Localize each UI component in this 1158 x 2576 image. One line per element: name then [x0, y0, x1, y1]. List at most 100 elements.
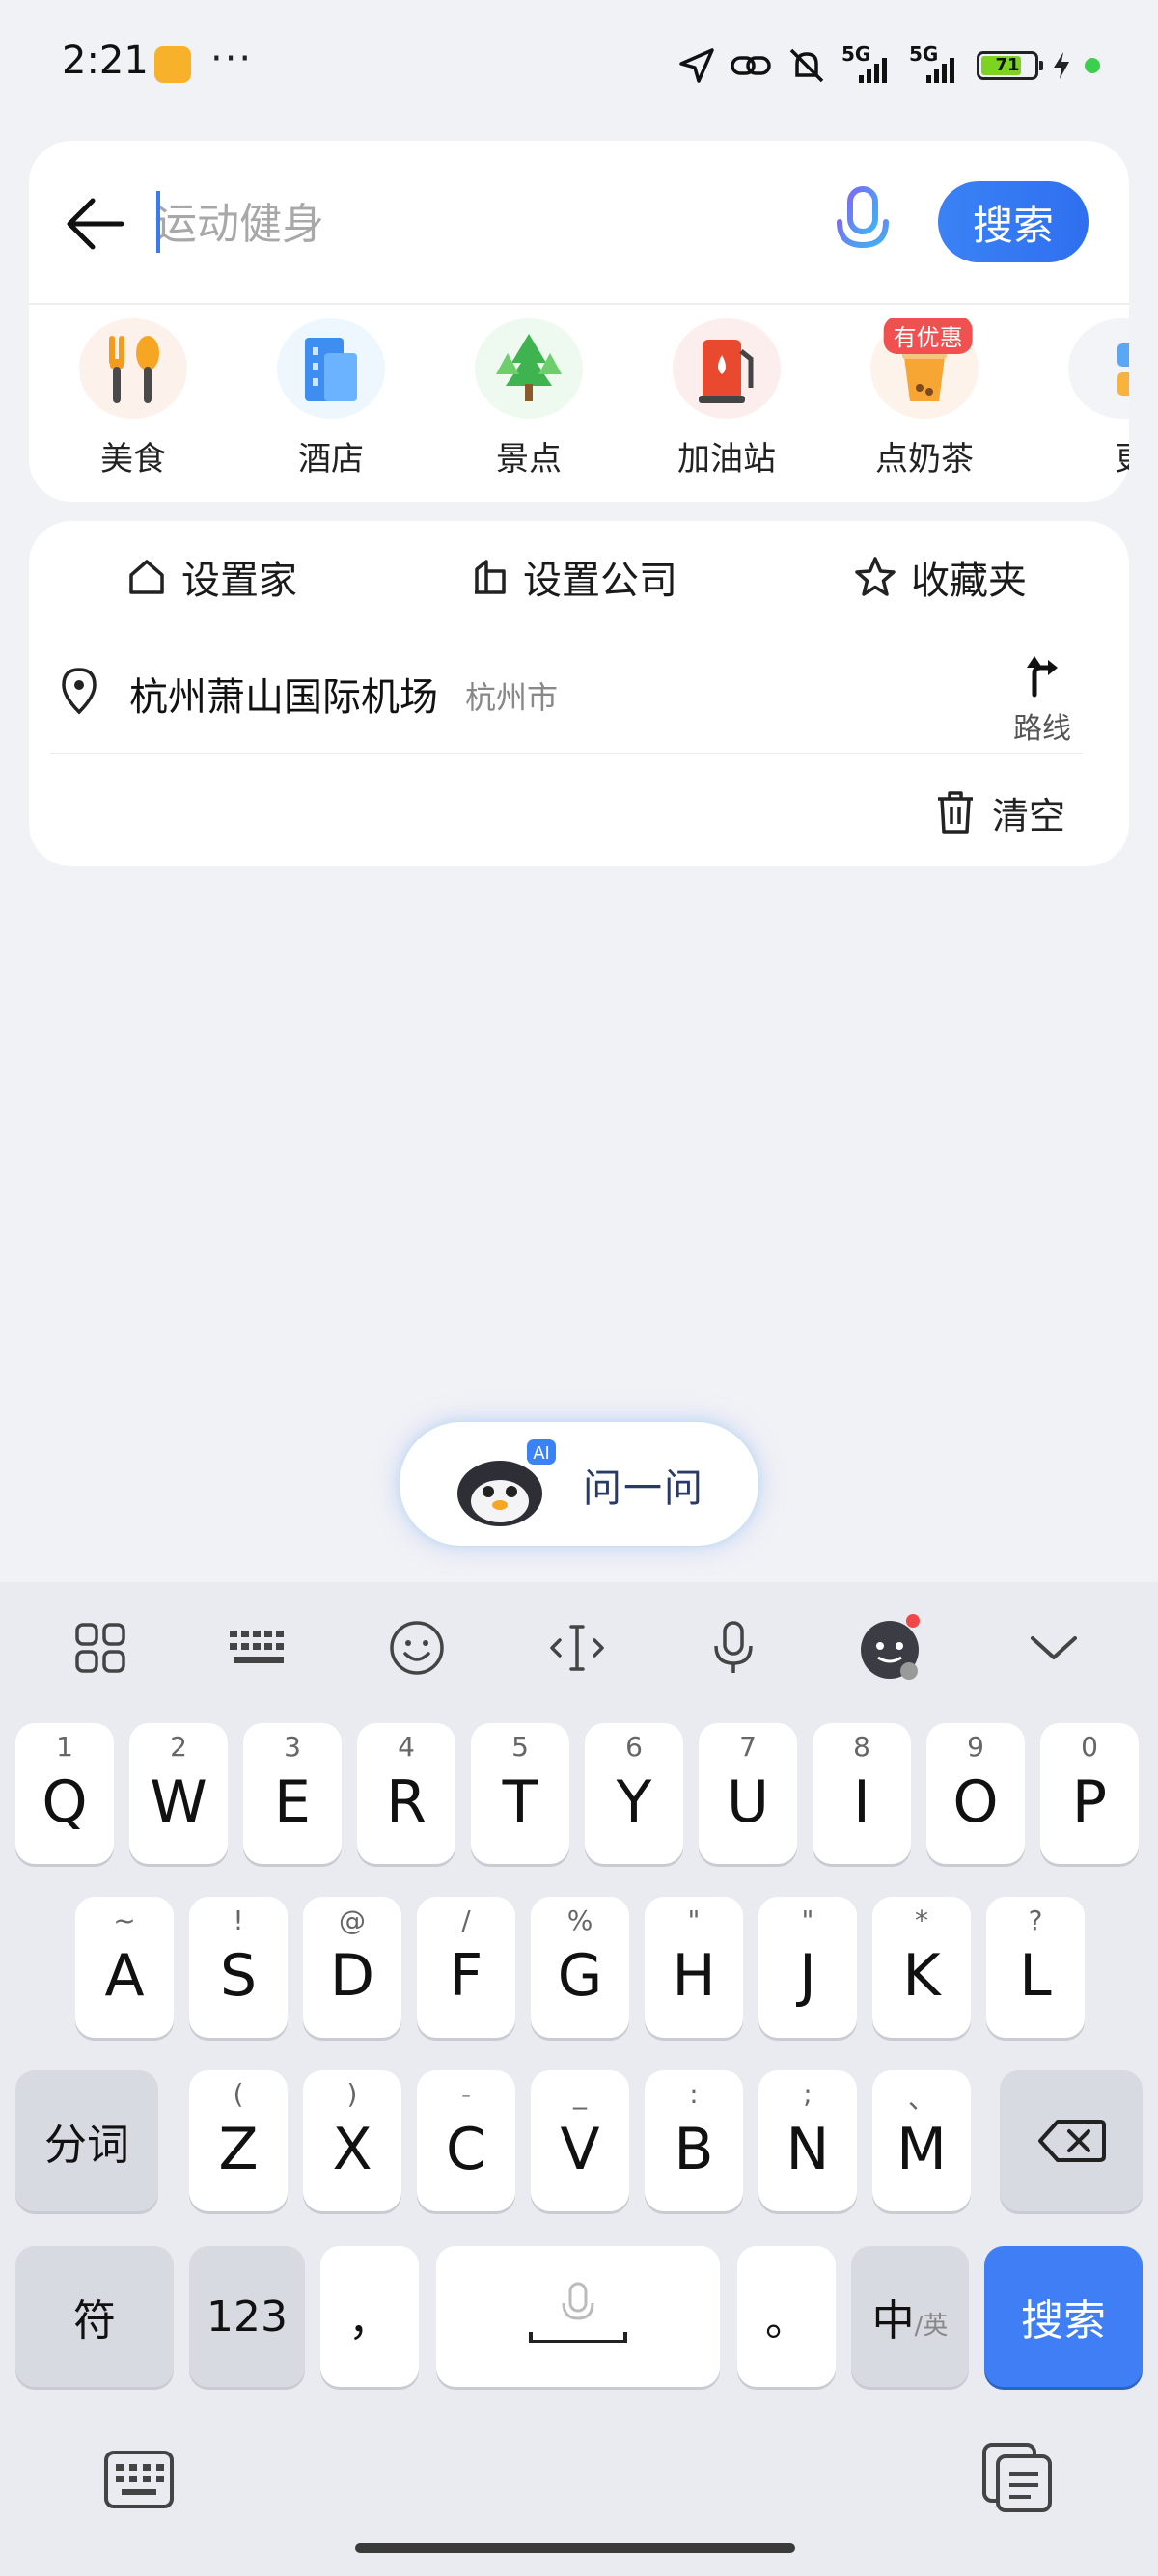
key-label: S [219, 1942, 258, 2010]
key-z[interactable]: (Z [189, 2070, 288, 2211]
signal-sim2: 5G [909, 42, 963, 85]
history-place-name: 杭州萧山国际机场 [129, 675, 438, 720]
key-h[interactable]: " H [645, 1897, 743, 2038]
key-u[interactable]: 7U [699, 1723, 797, 1864]
star-icon [855, 557, 896, 596]
key-c[interactable]: -C [417, 2070, 515, 2211]
category-scenic[interactable]: 景点 [452, 318, 606, 480]
favorites-button[interactable]: 收藏夹 [853, 548, 1027, 606]
key-t[interactable]: 5T [471, 1723, 569, 1864]
space-mic-icon [529, 2282, 627, 2343]
key-g[interactable]: % G [531, 1897, 629, 2038]
key-backspace[interactable] [1000, 2070, 1143, 2211]
category-label: 更 [1045, 432, 1129, 480]
key-label: T [502, 1768, 538, 1836]
kb-voice-button[interactable] [695, 1609, 772, 1686]
voice-search-button[interactable] [832, 185, 894, 260]
key-label: Z [218, 2116, 259, 2183]
home-icon [129, 560, 164, 594]
emoji-icon [390, 1621, 444, 1675]
clipboard-icon[interactable] [980, 2441, 1054, 2514]
key-space[interactable] [436, 2246, 720, 2387]
key-numbers[interactable]: 123 [189, 2246, 305, 2387]
category-food[interactable]: 美食 [56, 318, 210, 480]
key-b[interactable]: :B [645, 2070, 743, 2211]
key-comma[interactable]: ， [320, 2246, 419, 2387]
link-icon [731, 56, 771, 75]
key-v[interactable]: _ V [531, 2070, 629, 2211]
search-button[interactable]: 搜索 [938, 181, 1089, 262]
route-turn-icon [1027, 656, 1058, 698]
cursor-move-icon [550, 1625, 604, 1671]
key-y[interactable]: 6Y [585, 1723, 683, 1864]
key-period[interactable]: 。 [737, 2246, 836, 2387]
key-secondary-label: " [687, 1905, 701, 1936]
key-l[interactable]: ? L [986, 1897, 1085, 2038]
key-label: Y [616, 1768, 652, 1836]
set-home-button[interactable]: 设置家 [125, 548, 297, 606]
set-company-button[interactable]: 设置公司 [471, 548, 677, 606]
key-r[interactable]: 4R [357, 1723, 455, 1864]
key-f[interactable]: / F [417, 1897, 515, 2038]
key-label: B [674, 2116, 714, 2183]
promo-badge: 有优惠 [883, 318, 973, 354]
key-e[interactable]: 3E [243, 1723, 342, 1864]
key-label: D [329, 1942, 375, 2010]
kb-cursor-button[interactable] [538, 1609, 616, 1686]
key-s[interactable]: ! S [189, 1897, 288, 2038]
key-a[interactable]: ~ A [75, 1897, 174, 2038]
category-label: 酒店 [298, 440, 364, 479]
search-input[interactable] [154, 189, 791, 259]
category-label: 景点 [496, 440, 562, 479]
key-n[interactable]: ; N [758, 2070, 857, 2211]
key-x[interactable]: ) X [303, 2070, 401, 2211]
category-label: 点奶茶 [875, 440, 974, 479]
company-icon [475, 560, 506, 594]
key-secondary-label: 7 [739, 1731, 757, 1763]
key-secondary-label: 2 [170, 1731, 187, 1763]
key-w[interactable]: 2W [129, 1723, 228, 1864]
key-symbols[interactable]: 符 [15, 2246, 174, 2387]
key-secondary-label: ( [233, 2078, 244, 2110]
key-segment[interactable]: 分词 [15, 2070, 158, 2211]
key-label: O [952, 1768, 999, 1836]
key-label: M [896, 2116, 947, 2183]
key-i[interactable]: 8I [813, 1723, 911, 1864]
back-button[interactable] [58, 185, 135, 262]
key-language[interactable]: 中/英 [851, 2246, 969, 2387]
key-secondary-label: 8 [853, 1731, 870, 1763]
route-button[interactable]: 路线 [1004, 652, 1081, 749]
key-secondary-label: : [689, 2078, 699, 2110]
home-indicator[interactable] [355, 2543, 795, 2553]
clear-history-button[interactable]: 清空 [934, 785, 1065, 839]
key-o[interactable]: 9O [926, 1723, 1025, 1864]
keyboard-switch-icon[interactable] [102, 2449, 176, 2510]
category-label: 加油站 [677, 440, 776, 479]
key-secondary-label: - [460, 2078, 472, 2110]
key-label: F [449, 1942, 483, 2010]
key-secondary-label: 9 [967, 1731, 984, 1763]
kb-sticker-button[interactable] [853, 1609, 930, 1686]
key-label: R [386, 1768, 427, 1836]
key-d[interactable]: @ D [303, 1897, 401, 2038]
kb-emoji-button[interactable] [378, 1609, 455, 1686]
kb-collapse-button[interactable] [1015, 1609, 1092, 1686]
category-more[interactable]: 更 [1045, 318, 1129, 480]
kb-layout-button[interactable] [220, 1609, 297, 1686]
category-hotel[interactable]: 酒店 [254, 318, 408, 480]
key-secondary-label: 4 [398, 1731, 415, 1763]
key-m[interactable]: 、 M [872, 2070, 971, 2211]
kb-menu-button[interactable] [62, 1609, 139, 1686]
key-k[interactable]: * K [872, 1897, 971, 2038]
battery-icon: 71 [977, 51, 1043, 80]
history-place-city: 杭州市 [465, 679, 559, 716]
key-secondary-label: 6 [625, 1731, 643, 1763]
key-search[interactable]: 搜索 [984, 2246, 1143, 2387]
key-j[interactable]: " J [758, 1897, 857, 2038]
ask-ai-button[interactable]: AI [400, 1422, 758, 1546]
category-gas-station[interactable]: 加油站 [649, 318, 804, 480]
key-q[interactable]: 1Q [15, 1723, 114, 1864]
clear-label: 清空 [992, 794, 1066, 837]
key-p[interactable]: 0P [1040, 1723, 1139, 1864]
category-milk-tea[interactable]: 有优惠 点奶茶 [847, 318, 1002, 480]
